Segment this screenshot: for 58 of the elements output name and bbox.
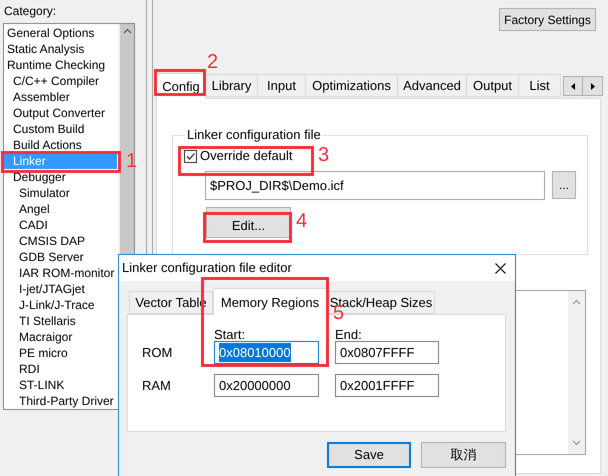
group-title: Linker configuration file [186, 128, 322, 142]
tree-item[interactable]: ST-LINK [4, 377, 117, 393]
start-field[interactable]: 0x20000000 [214, 374, 319, 397]
tree-item[interactable]: Static Analysis [4, 41, 117, 57]
tree-item[interactable]: J-Link/J-Trace [4, 297, 117, 313]
tree-item[interactable]: CMSIS DAP [4, 233, 117, 249]
region-label: ROM [142, 344, 174, 362]
tree-item[interactable]: Custom Build [4, 121, 117, 137]
region-label: RAM [142, 376, 172, 395]
dialog-button[interactable]: 取消 [421, 442, 506, 468]
tab[interactable]: Library [206, 74, 258, 97]
scroll-up-icon[interactable] [122, 28, 132, 34]
tree-item[interactable]: PE micro [4, 345, 117, 361]
dialog-title: Linker configuration file editor [122, 259, 292, 278]
checkbox-label[interactable]: Override default [200, 146, 292, 166]
tree-item[interactable]: Build Actions [4, 137, 117, 153]
tree-item[interactable]: Simulator [4, 185, 117, 201]
end-field[interactable]: 0x2001FFFF [335, 374, 439, 397]
tree-item[interactable]: Output Converter [4, 105, 117, 121]
column-header: Start: [214, 328, 246, 341]
category-label: Category: [3, 3, 58, 20]
tree-item[interactable]: Assembler [4, 89, 117, 105]
tree-item[interactable]: Angel [4, 201, 117, 217]
annotation-number: 3 [318, 144, 330, 166]
tree-item[interactable]: General Options [4, 25, 117, 41]
tree-item[interactable]: IAR ROM-monitor [4, 265, 117, 281]
tree-item[interactable]: C/C++ Compiler [4, 73, 117, 89]
close-icon[interactable] [495, 262, 506, 274]
annotation-number: 1 [126, 150, 138, 172]
tree-item[interactable]: I-jet/JTAGjet [4, 281, 117, 297]
browse-button[interactable]: ... [552, 171, 576, 199]
scroll-left-icon[interactable] [571, 82, 575, 90]
start-field[interactable]: 0x08010000 [214, 341, 319, 364]
tab[interactable]: Optimizations [306, 74, 398, 97]
tab-scroll-buttons[interactable] [563, 76, 603, 96]
tab[interactable]: Memory Regions [213, 288, 327, 315]
tab[interactable]: Input [258, 74, 306, 97]
tree-item[interactable]: RDI [4, 361, 117, 377]
tree-item[interactable]: GDB Server [4, 249, 117, 265]
dialog-button[interactable]: Save [327, 442, 411, 468]
tab[interactable]: Advanced [398, 74, 467, 97]
tree-item[interactable]: CADI [4, 217, 117, 233]
annotation-box [154, 69, 206, 96]
tab[interactable]: List [519, 74, 561, 97]
tab[interactable]: Output [467, 74, 519, 97]
annotation-number: 2 [207, 51, 218, 73]
tree-item[interactable]: Third-Party Driver [4, 393, 117, 409]
tree-item[interactable]: Runtime Checking [4, 57, 117, 73]
checkbox[interactable] [184, 150, 197, 162]
scroll-right-icon[interactable] [590, 82, 594, 90]
end-field[interactable]: 0x0807FFFF [335, 341, 439, 364]
column-header: End: [335, 328, 363, 341]
tree-item[interactable]: Macraigor [4, 329, 117, 345]
path-field[interactable]: $PROJ_DIR$\Demo.icf [205, 171, 545, 200]
factory-settings-button[interactable]: Factory Settings [499, 8, 596, 31]
annotation-number: 4 [296, 210, 308, 232]
tree-item[interactable]: TI Stellaris [4, 313, 117, 329]
tree-item[interactable]: Debugger [4, 169, 117, 185]
